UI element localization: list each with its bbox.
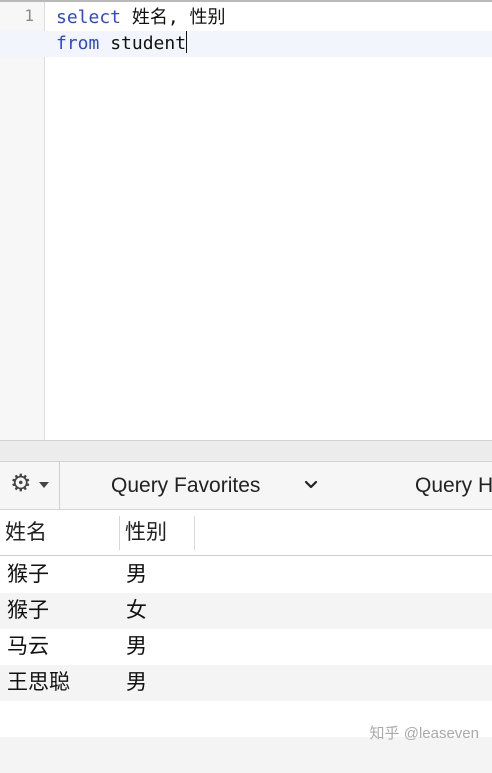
column-divider[interactable]	[119, 516, 120, 550]
pane-splitter[interactable]	[0, 440, 492, 462]
column-header-gender[interactable]: 性别	[125, 510, 167, 555]
sql-keyword: select	[56, 7, 122, 28]
query-toolbar: ⚙ Query Favorites Query H	[0, 462, 492, 510]
cell-name: 王思聪	[7, 671, 70, 694]
cell-name: 猴子	[7, 563, 49, 586]
cell-name: 猴子	[7, 599, 49, 622]
cell-gender: 男	[126, 671, 147, 694]
code-line[interactable]: select 姓名, 性别	[0, 5, 492, 31]
cell-gender: 男	[126, 635, 147, 658]
gear-menu-button[interactable]: ⚙	[0, 462, 60, 509]
cell-gender: 女	[126, 599, 147, 622]
line-number-gutter: 1 2	[0, 2, 45, 440]
dropdown-arrow-icon	[39, 482, 49, 488]
sql-keyword: from	[56, 33, 100, 54]
table-row[interactable]: 马云 男	[0, 629, 492, 665]
query-favorites-button[interactable]: Query Favorites	[111, 474, 260, 498]
query-history-button[interactable]: Query H	[415, 474, 492, 498]
table-row[interactable]: 猴子 女	[0, 593, 492, 629]
gear-icon: ⚙	[10, 470, 32, 497]
code-text: 姓名, 性别	[121, 7, 226, 28]
results-table: 姓名 性别 猴子 男 猴子 女 马云 男 王思聪 男	[0, 510, 492, 773]
table-row[interactable]: 王思聪 男	[0, 665, 492, 701]
text-caret	[186, 31, 188, 53]
cell-name: 马云	[7, 635, 49, 658]
results-header: 姓名 性别	[0, 510, 492, 556]
column-header-name[interactable]: 姓名	[5, 510, 47, 555]
code-line-current[interactable]: from student	[0, 31, 492, 57]
chevron-down-icon[interactable]	[303, 477, 319, 493]
sql-editor[interactable]: 1 2 select 姓名, 性别 from student	[0, 0, 492, 440]
watermark: 知乎 @leaseven	[369, 725, 479, 742]
cell-gender: 男	[126, 563, 147, 586]
table-row[interactable]: 猴子 男	[0, 557, 492, 593]
code-text: student	[99, 33, 187, 54]
column-divider[interactable]	[194, 516, 195, 550]
